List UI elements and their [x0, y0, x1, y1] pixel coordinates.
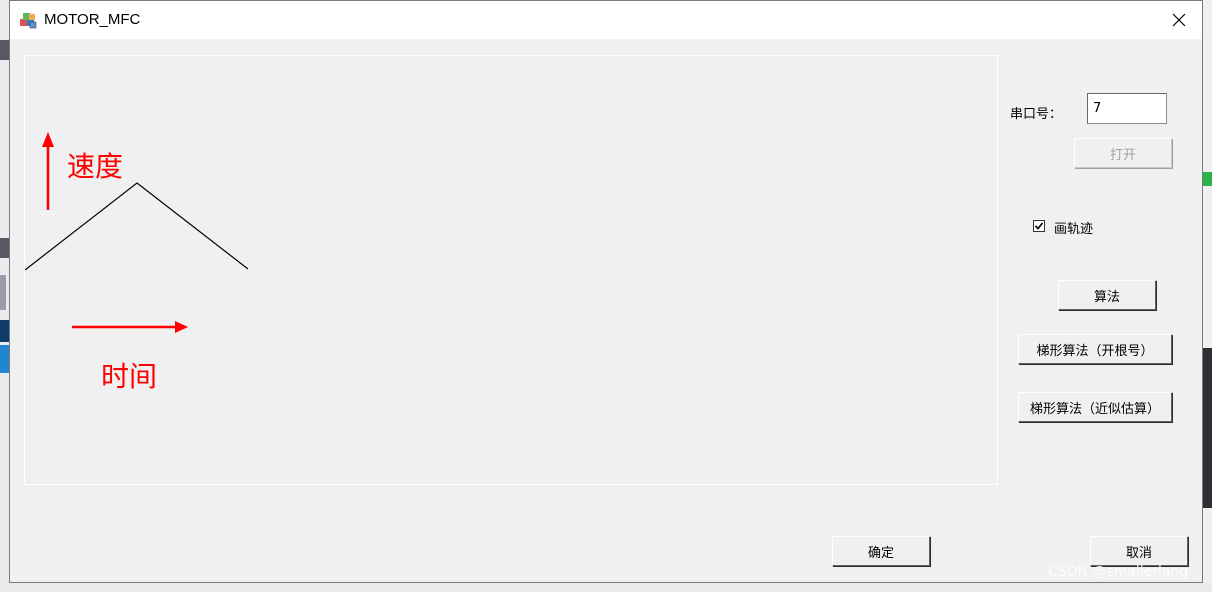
- close-icon: [1172, 13, 1186, 27]
- canvas-drawing: 速度 时间: [25, 132, 249, 393]
- title-bar[interactable]: MOTOR_MFC: [10, 1, 1202, 39]
- window-title: MOTOR_MFC: [44, 11, 141, 28]
- check-icon: [1034, 222, 1044, 230]
- drawing-canvas[interactable]: 速度 时间: [24, 55, 998, 485]
- time-label: 时间: [101, 360, 157, 393]
- serial-port-label: 串口号：: [1010, 107, 1063, 122]
- open-button[interactable]: 打开: [1074, 138, 1172, 168]
- dialog-window: MOTOR_MFC 速度 时间 串口号： 打开: [9, 0, 1203, 583]
- trapezoid-approx-button[interactable]: 梯形算法（近似估算）: [1018, 392, 1172, 422]
- watermark-text: CSDN @smallerlang: [1048, 564, 1189, 580]
- trapezoid-sqrt-button[interactable]: 梯形算法（开根号）: [1018, 334, 1172, 364]
- draw-track-checkbox[interactable]: [1033, 220, 1045, 232]
- desktop-background-left: [0, 0, 9, 592]
- app-icon: [20, 13, 37, 29]
- algorithm-button[interactable]: 算法: [1058, 280, 1156, 310]
- time-arrow: [72, 321, 188, 333]
- desktop-background-bottom: [0, 583, 1212, 592]
- trajectory-line: [25, 182, 249, 271]
- ok-button[interactable]: 确定: [832, 536, 930, 566]
- draw-track-label: 画轨迹: [1054, 222, 1094, 237]
- speed-arrow: [42, 132, 54, 210]
- speed-label: 速度: [67, 150, 123, 183]
- close-button[interactable]: [1156, 1, 1202, 39]
- cancel-button[interactable]: 取消: [1090, 536, 1188, 566]
- desktop-background-right: [1203, 0, 1212, 592]
- serial-port-input[interactable]: [1087, 93, 1167, 124]
